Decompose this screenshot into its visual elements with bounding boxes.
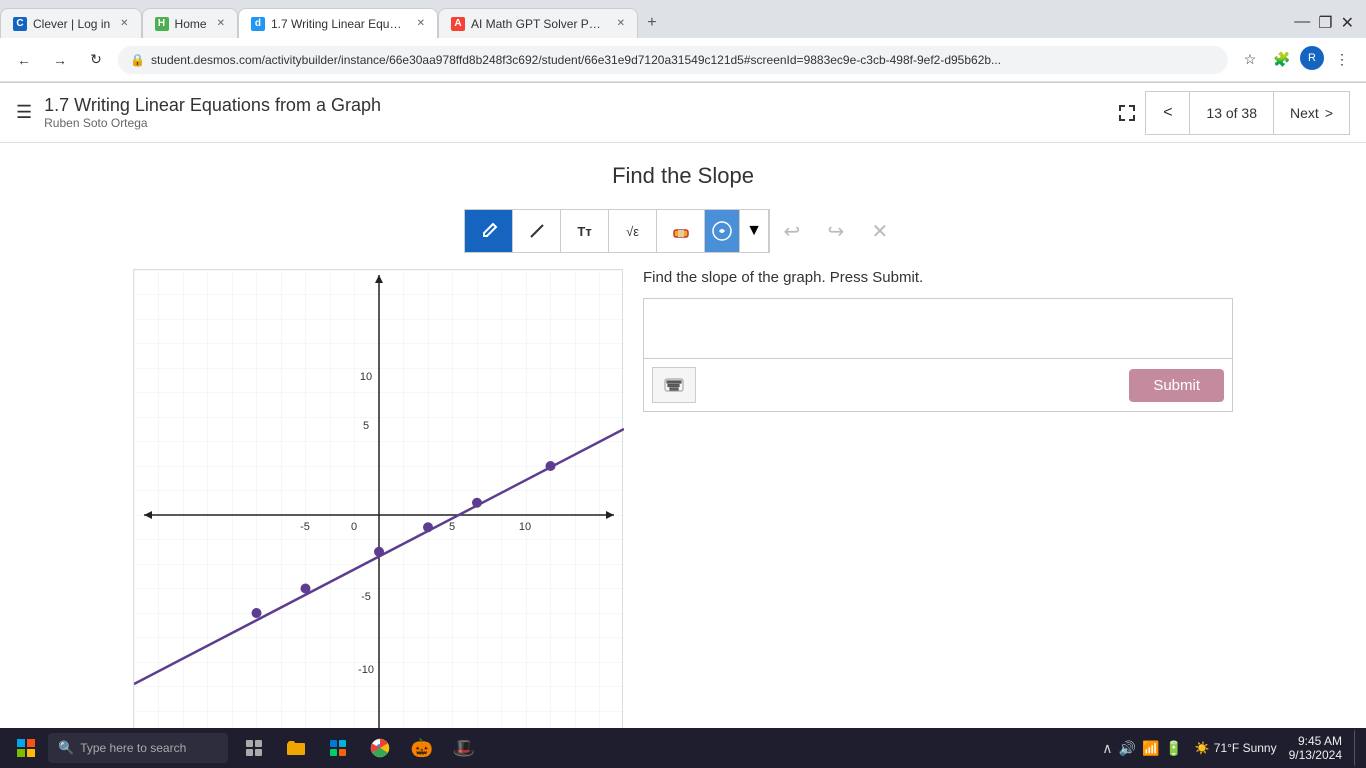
start-button[interactable] [8,730,44,766]
svg-text:-5: -5 [300,521,310,533]
taskbar: 🔍 Type here to search [0,728,1366,768]
taskbar-right: ∧ 🔊 📶 🔋 ☀️ 71°F Sunny 9:45 AM 9/13/2024 [1102,730,1358,766]
back-button[interactable]: ← [10,46,38,74]
pencil-tool-button[interactable] [464,209,512,253]
emoji1-button[interactable]: 🎃 [404,730,440,766]
expand-button[interactable] [1109,95,1145,131]
search-icon: 🔍 [58,740,74,756]
student-name: Ruben Soto Ortega [44,116,1109,130]
task-view-button[interactable] [236,730,272,766]
nav-bar: ← → ↻ 🔒 student.desmos.com/activitybuild… [0,38,1366,82]
sqrt-tool-button[interactable]: √ε [608,209,656,253]
svg-text:-5: -5 [361,591,371,603]
header-title-area: 1.7 Writing Linear Equations from a Grap… [44,95,1109,130]
weather-text: 71°F Sunny [1214,741,1277,755]
file-explorer-button[interactable] [278,730,314,766]
next-label: Next [1290,105,1319,121]
emoji2-button[interactable]: 🎩 [446,730,482,766]
tab-clever-close[interactable]: ✕ [120,18,128,29]
system-tray: ∧ 🔊 📶 🔋 [1102,740,1183,757]
drawing-toolbar: Tт √ε ▼ ↩ ↪ ✕ [464,209,902,253]
tab-home[interactable]: H Home ✕ [142,8,238,38]
next-chevron-icon: > [1325,105,1333,121]
text-tool-button[interactable]: Tт [560,209,608,253]
tab-desmos-close[interactable]: ✕ [417,18,425,29]
network-icon[interactable]: 📶 [1142,740,1159,757]
forward-button[interactable]: → [46,46,74,74]
svg-text:10: 10 [360,371,372,383]
refresh-button[interactable]: ↻ [82,46,110,74]
prev-page-button[interactable]: < [1145,91,1189,135]
answer-area: Find the slope of the graph. Press Submi… [643,269,1233,412]
profile-button[interactable]: R [1300,46,1324,70]
taskbar-search-placeholder: Type here to search [80,741,186,755]
undo-button[interactable]: ↩ [770,209,814,253]
answer-actions: Submit [643,358,1233,412]
chrome-button[interactable] [362,730,398,766]
taskbar-clock[interactable]: 9:45 AM 9/13/2024 [1289,734,1342,762]
close-window-button[interactable]: ✕ [1341,13,1354,33]
svg-text:0: 0 [351,521,357,533]
clear-button[interactable]: ✕ [858,209,902,253]
clock-time: 9:45 AM [1289,734,1342,748]
weather-icon: ☀️ [1195,741,1210,755]
tab-home-label: Home [175,17,207,31]
coordinate-graph: 0 -5 5 10 10 5 -5 -10 [134,270,624,729]
tab-aimath-close[interactable]: ✕ [617,18,625,29]
bookmark-button[interactable]: ☆ [1236,46,1264,74]
clock-date: 9/13/2024 [1289,748,1342,762]
tab-desmos[interactable]: d 1.7 Writing Linear Equations fro... ✕ [238,8,438,38]
dropdown-arrow-button[interactable]: ▼ [739,209,768,253]
eraser-tool-button[interactable] [656,209,704,253]
maximize-button[interactable]: ❐ [1318,13,1332,33]
battery-icon[interactable]: 🔋 [1165,740,1182,757]
weather-widget[interactable]: ☀️ 71°F Sunny [1195,741,1277,755]
main-content: Find the Slope Tт √ε ▼ [0,143,1366,729]
svg-text:-10: -10 [358,664,374,676]
next-page-button[interactable]: Next > [1274,91,1350,135]
nav-icons: ☆ 🧩 R ⋮ [1236,46,1356,74]
volume-icon[interactable]: 🔊 [1119,740,1136,757]
svg-text:5: 5 [363,420,369,432]
answer-input-box[interactable] [643,298,1233,358]
nav-controls: < 13 of 38 Next > [1145,91,1350,135]
content-title: Find the Slope [612,163,754,189]
lock-icon: 🔒 [130,53,145,67]
hamburger-menu[interactable]: ☰ [16,102,32,123]
submit-button[interactable]: Submit [1129,369,1224,402]
taskbar-search-box[interactable]: 🔍 Type here to search [48,733,228,763]
tab-bar: C Clever | Log in ✕ H Home ✕ d 1.7 Writi… [0,0,1366,38]
tab-clever[interactable]: C Clever | Log in ✕ [0,8,142,38]
tab-home-close[interactable]: ✕ [217,18,225,29]
extension-button[interactable]: 🧩 [1268,46,1296,74]
new-tab-button[interactable]: + [638,9,666,37]
graph-canvas[interactable]: 0 -5 5 10 10 5 -5 -10 [133,269,623,729]
minimize-button[interactable]: — [1294,13,1310,33]
menu-button[interactable]: ⋮ [1328,46,1356,74]
taskbar-pinned-apps: 🎃 🎩 [236,730,482,766]
store-button[interactable] [320,730,356,766]
svg-text:5: 5 [449,521,455,533]
answer-instruction: Find the slope of the graph. Press Submi… [643,269,1233,286]
tab-aimath[interactable]: A AI Math GPT Solver Powered b... ✕ [438,8,638,38]
tab-desmos-label: 1.7 Writing Linear Equations fro... [271,17,407,31]
tab-aimath-label: AI Math GPT Solver Powered b... [471,17,607,31]
content-row: 0 -5 5 10 10 5 -5 -10 [133,269,1233,729]
draw-mode-button[interactable] [704,209,739,253]
svg-text:10: 10 [519,521,531,533]
address-text: student.desmos.com/activitybuilder/insta… [151,53,1216,67]
tab-clever-label: Clever | Log in [33,17,110,31]
address-bar[interactable]: 🔒 student.desmos.com/activitybuilder/ins… [118,46,1228,74]
graph-area: 0 -5 5 10 10 5 -5 -10 [133,269,623,729]
keyboard-button[interactable] [652,367,696,403]
app-header: ☰ 1.7 Writing Linear Equations from a Gr… [0,83,1366,143]
line-tool-button[interactable] [512,209,560,253]
show-desktop-button[interactable] [1354,730,1358,766]
redo-button[interactable]: ↪ [814,209,858,253]
page-indicator: 13 of 38 [1189,91,1274,135]
tray-up-arrow[interactable]: ∧ [1102,740,1112,757]
page-title: 1.7 Writing Linear Equations from a Grap… [44,95,1109,116]
